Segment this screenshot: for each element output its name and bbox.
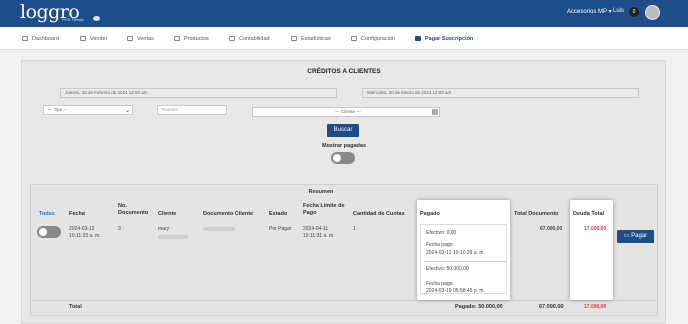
col-estado: Estado [269, 211, 288, 217]
page-title: CRÉDITOS A CLIENTES [307, 68, 381, 75]
col-deuda-total: Deuda Total [573, 211, 605, 217]
payment-1-fecha: 2024-03-12 10:10:29 a. m. [426, 250, 485, 256]
chevron-down-icon: ⌄ [124, 108, 130, 114]
col-cantidad-cuotas: Cantidad de Cuotas [353, 211, 405, 217]
gear-icon [351, 36, 357, 41]
top-bar: loggro POS Tienda Accesorios MP ▾ Luis 0 [0, 0, 688, 27]
menu-item-configuracion[interactable]: Configuración [351, 36, 395, 42]
card-icon: ▭ [623, 233, 630, 239]
menu-item-contabilidad[interactable]: Contabilidad [229, 36, 270, 42]
payment-divider [424, 261, 507, 262]
notification-badge[interactable]: 0 [629, 7, 639, 17]
row-cuotas: 1 [353, 226, 356, 232]
payment-2-efectivo: Efectivo: 50.000,00 [426, 266, 469, 272]
total-documento: 67.000,00 [539, 304, 564, 310]
ledger-icon [229, 36, 235, 41]
row-fecha: 2024-03-12 10:11:23 a. m. [69, 226, 101, 239]
payments-list: Efectivo: 0,00 Fecha pago: 2024-03-12 10… [420, 224, 507, 294]
menu-item-pagar-suscripcion[interactable]: Pagar Suscripción [415, 36, 473, 42]
col-fecha-limite: Fecha Límite de Pago [303, 203, 345, 216]
col-total-documento: Total Documento [514, 211, 559, 217]
row-select-toggle[interactable] [37, 226, 61, 238]
col-documento-cliente: Documento Cliente [203, 211, 254, 217]
col-no-documento: No. Documento [118, 203, 149, 216]
dashboard-icon [22, 36, 28, 41]
cart-icon [80, 36, 86, 41]
pagar-button[interactable]: ▭ Pagar [617, 230, 654, 243]
chevron-down-icon: ▾ [608, 9, 612, 15]
payment-2-fecha-label: Fecha pago: [426, 281, 454, 287]
col-pagado: Pagado [420, 211, 440, 217]
box-icon [174, 36, 180, 41]
menu-item-vender[interactable]: Vender [80, 36, 107, 42]
brand-subtitle: POS Tienda [62, 17, 84, 22]
main-menu: Dashboard Vender Ventas Productos Contab… [0, 27, 688, 50]
buscar-button[interactable]: Buscar [327, 124, 359, 137]
total-divider [30, 300, 658, 301]
user-name[interactable]: Luis [613, 8, 624, 14]
chevron-down-icon [432, 109, 438, 115]
col-fecha: Fecha [69, 211, 85, 217]
avatar[interactable] [645, 5, 660, 20]
chart-icon [291, 36, 297, 41]
row-no-documento: 3 [118, 226, 121, 232]
menu-item-productos[interactable]: Productos [174, 36, 209, 42]
pagado-popup: Pagado Efectivo: 0,00 Fecha pago: 2024-0… [417, 200, 510, 300]
card-icon [415, 36, 421, 41]
deuda-highlight: Deuda Total 17.000,00 17.000,00 [570, 200, 613, 310]
payment-1-fecha-label: Fecha pago: [426, 242, 454, 248]
numero-input[interactable]: Número [157, 105, 227, 115]
row-total-documento: 67.000,00 [540, 226, 563, 232]
mostrar-pagadas-toggle[interactable] [331, 152, 355, 164]
sales-icon [127, 36, 133, 41]
cliente-select[interactable]: --- Cliente --- [252, 107, 440, 117]
mostrar-pagadas-label: Mostrar pagadas [321, 143, 366, 149]
redacted-document-client [203, 227, 235, 231]
redacted-client-detail [158, 235, 188, 239]
payment-1-efectivo: Efectivo: 0,00 [426, 230, 457, 236]
resumen-header: Resumen [308, 189, 334, 195]
row-fecha-limite: 2024-04-11 10:11:31 a. m. [303, 226, 335, 239]
row-deuda: 17.000,00 [584, 226, 607, 232]
menu-item-estadisticas[interactable]: Estadísticas [291, 36, 331, 42]
row-estado: Por Pagar [269, 226, 292, 232]
menu-item-dashboard[interactable]: Dashboard [22, 36, 59, 42]
select-all-link[interactable]: Todas [39, 211, 55, 218]
row-cliente: mary [158, 226, 170, 232]
eye-icon[interactable] [93, 16, 100, 21]
col-cliente: Cliente [158, 211, 177, 217]
total-label: Total [69, 304, 82, 310]
tipo-select[interactable]: --- Tipo --- ⌄ [43, 105, 133, 115]
payment-2-fecha: 2024-03-19 05:58:45 p. m. [426, 288, 485, 294]
date-to-input[interactable]: Miércoles, 20 de Marzo de 2024 12:00 am [362, 88, 639, 98]
total-pagado: Pagado: 50.000,00 [455, 304, 503, 310]
date-from-input[interactable]: Jueves, 15 de Febrero de 2024 12:00 am [60, 88, 337, 98]
account-menu[interactable]: Accesorios MP ▾ [567, 8, 612, 15]
total-deuda: 17.000,00 [584, 304, 607, 310]
menu-item-ventas[interactable]: Ventas [127, 36, 154, 42]
